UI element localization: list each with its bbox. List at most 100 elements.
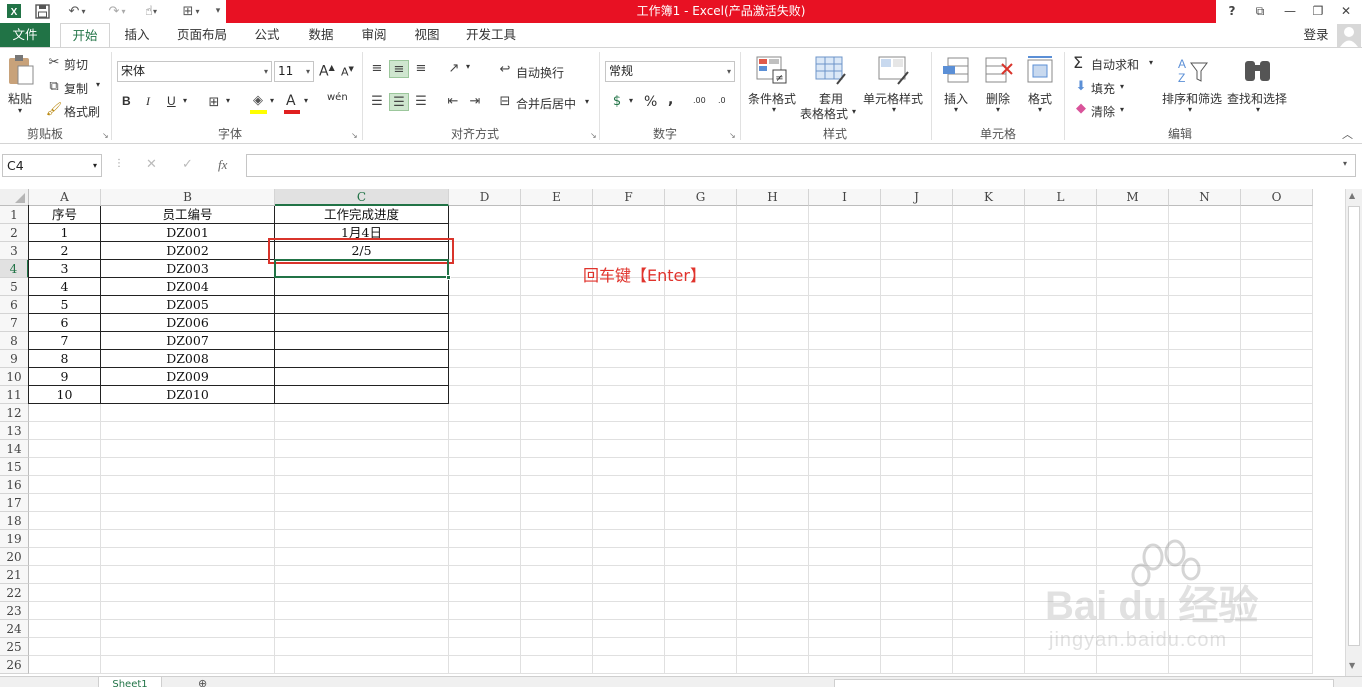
copy-button[interactable]: 复制 <box>64 80 88 97</box>
percent-button[interactable]: % <box>644 94 657 110</box>
row-header-1[interactable]: 1 <box>0 206 29 224</box>
format-painter-icon[interactable]: 🖌 <box>44 101 64 119</box>
font-size-select[interactable]: 11 ▾ <box>274 61 314 82</box>
conditional-format-icon[interactable]: ≠ <box>756 56 788 86</box>
copy-icon[interactable]: ⧉ <box>44 78 64 96</box>
row-header-22[interactable]: 22 <box>0 584 29 602</box>
fill-handle[interactable] <box>446 275 451 280</box>
row-header-19[interactable]: 19 <box>0 530 29 548</box>
login-link[interactable]: 登录 <box>1300 23 1332 47</box>
paste-button[interactable]: 粘贴 <box>8 90 32 107</box>
ribbon-display-button[interactable]: ⧉ <box>1246 0 1274 23</box>
fill-dropdown-icon[interactable]: ▾ <box>270 96 274 105</box>
expand-formula-icon[interactable]: ▾ <box>1343 159 1347 168</box>
orientation-dropdown-icon[interactable]: ▾ <box>466 62 470 71</box>
wrap-text-icon[interactable]: ↩ <box>495 61 515 79</box>
help-button[interactable]: ? <box>1218 0 1246 23</box>
row-header-2[interactable]: 2 <box>0 224 29 242</box>
cell-styles-icon[interactable] <box>878 56 910 86</box>
row-header-9[interactable]: 9 <box>0 350 29 368</box>
row-header-18[interactable]: 18 <box>0 512 29 530</box>
row-header-26[interactable]: 26 <box>0 656 29 674</box>
column-header-f[interactable]: F <box>593 189 665 206</box>
horizontal-scrollbar[interactable] <box>834 679 1334 687</box>
column-header-d[interactable]: D <box>449 189 521 206</box>
row-header-4[interactable]: 4 <box>0 260 29 278</box>
clear-icon[interactable]: ◆ <box>1071 100 1091 118</box>
name-box[interactable]: C4 ▾ <box>2 154 102 177</box>
cut-button[interactable]: 剪切 <box>64 56 88 73</box>
font-color-icon[interactable]: A <box>286 93 296 109</box>
column-header-m[interactable]: M <box>1097 189 1169 206</box>
row-header-23[interactable]: 23 <box>0 602 29 620</box>
comma-button[interactable]: , <box>668 92 673 108</box>
decrease-decimal-button[interactable]: .0 <box>718 96 726 105</box>
number-launcher-icon[interactable]: ↘ <box>729 131 736 140</box>
italic-button[interactable]: I <box>146 94 150 109</box>
tab-page-layout[interactable]: 页面布局 <box>172 23 232 47</box>
column-header-k[interactable]: K <box>953 189 1025 206</box>
align-bottom-icon[interactable]: ≡ <box>411 60 431 78</box>
row-header-21[interactable]: 21 <box>0 566 29 584</box>
merge-center-button[interactable]: 合并后居中 <box>516 95 576 112</box>
conditional-dropdown-icon[interactable]: ▾ <box>772 105 776 114</box>
delete-cells-icon[interactable] <box>984 56 1014 86</box>
scroll-thumb[interactable] <box>1348 206 1360 646</box>
tab-developer[interactable]: 开发工具 <box>461 23 521 47</box>
merge-center-icon[interactable]: ⊟ <box>495 93 515 111</box>
enter-formula-button[interactable]: ✓ <box>182 157 193 172</box>
fill-dropdown-icon[interactable]: ▾ <box>1120 82 1124 91</box>
select-all-corner[interactable] <box>0 189 29 206</box>
paste-dropdown-icon[interactable]: ▾ <box>18 106 22 115</box>
decrease-indent-icon[interactable]: ⇤ <box>443 93 463 111</box>
column-header-o[interactable]: O <box>1241 189 1313 206</box>
save-icon[interactable] <box>32 2 52 20</box>
alignment-launcher-icon[interactable]: ↘ <box>590 131 597 140</box>
font-color-dropdown-icon[interactable]: ▾ <box>304 96 308 105</box>
column-header-j[interactable]: J <box>881 189 953 206</box>
format-as-table-icon[interactable] <box>815 56 847 86</box>
undo-icon[interactable]: ↶ ▾ <box>62 2 92 20</box>
find-select-icon[interactable] <box>1242 55 1276 87</box>
format-painter-button[interactable]: 格式刷 <box>64 103 100 120</box>
form-icon[interactable]: ⊞ ▾ <box>176 2 206 20</box>
cell-styles-dropdown-icon[interactable]: ▾ <box>892 105 896 114</box>
row-header-3[interactable]: 3 <box>0 242 29 260</box>
scroll-up-icon[interactable]: ▲ <box>1349 191 1355 200</box>
row-header-11[interactable]: 11 <box>0 386 29 404</box>
minimize-button[interactable]: — <box>1276 0 1304 23</box>
paste-icon[interactable] <box>6 54 36 86</box>
tab-data[interactable]: 数据 <box>302 23 340 47</box>
row-header-12[interactable]: 12 <box>0 404 29 422</box>
font-name-select[interactable]: 宋体 ▾ <box>117 61 272 82</box>
grow-font-button[interactable]: A▲ <box>319 63 335 80</box>
tab-home[interactable]: 开始 <box>60 23 110 47</box>
fill-icon[interactable]: ⬇ <box>1071 78 1091 96</box>
table-dropdown-icon[interactable]: ▾ <box>852 107 856 116</box>
insert-dropdown-icon[interactable]: ▾ <box>954 105 958 114</box>
copy-dropdown-icon[interactable]: ▾ <box>96 80 100 89</box>
wrap-text-button[interactable]: 自动换行 <box>516 64 564 81</box>
insert-function-button[interactable]: fx <box>218 157 227 173</box>
border-dropdown-icon[interactable]: ▾ <box>226 96 230 105</box>
format-cells-icon[interactable] <box>1026 56 1056 86</box>
currency-icon[interactable]: $ <box>607 93 627 111</box>
row-header-6[interactable]: 6 <box>0 296 29 314</box>
sort-filter-icon[interactable]: AZ <box>1175 55 1209 87</box>
row-header-14[interactable]: 14 <box>0 440 29 458</box>
column-header-l[interactable]: L <box>1025 189 1097 206</box>
row-header-15[interactable]: 15 <box>0 458 29 476</box>
currency-dropdown-icon[interactable]: ▾ <box>629 96 633 105</box>
tab-view[interactable]: 视图 <box>408 23 446 47</box>
cancel-formula-button[interactable]: ✕ <box>146 157 157 172</box>
row-header-25[interactable]: 25 <box>0 638 29 656</box>
font-launcher-icon[interactable]: ↘ <box>351 131 358 140</box>
column-header-c[interactable]: C <box>275 189 449 206</box>
orientation-icon[interactable]: ↗ <box>444 60 464 78</box>
redo-icon[interactable]: ↷ ▾ <box>102 2 132 20</box>
format-as-table-button[interactable]: 表格格式 <box>800 105 848 122</box>
sort-dropdown-icon[interactable]: ▾ <box>1188 105 1192 114</box>
autosum-dropdown-icon[interactable]: ▾ <box>1149 58 1153 67</box>
tab-insert[interactable]: 插入 <box>117 23 157 47</box>
row-header-10[interactable]: 10 <box>0 368 29 386</box>
